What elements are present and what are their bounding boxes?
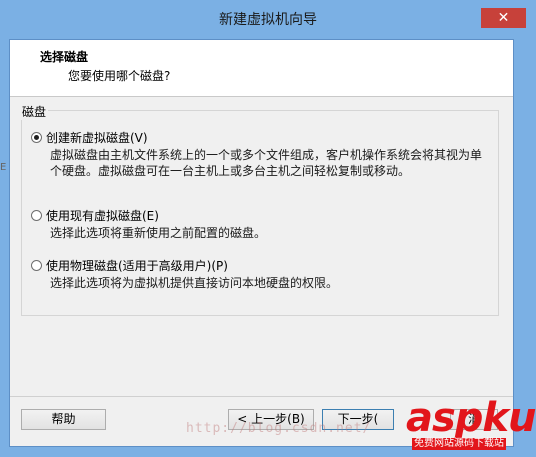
description-line: 个硬盘。虚拟磁盘可在一台主机上或多台主机之间轻松复制或移动。 bbox=[50, 164, 411, 178]
title-bar[interactable]: 新建虚拟机向导 ✕ bbox=[0, 0, 536, 36]
description-line: 虚拟磁盘由主机文件系统上的一个或多个文件组成，客户机操作系统会将其视为单 bbox=[50, 148, 483, 162]
close-button[interactable]: ✕ bbox=[481, 8, 526, 28]
wizard-client: 选择磁盘 您要使用哪个磁盘? 磁盘 创建新虚拟磁盘(V) 虚拟磁盘由主机文件系统… bbox=[9, 39, 514, 447]
radio-button-checked[interactable] bbox=[31, 132, 42, 143]
option-description: 虚拟磁盘由主机文件系统上的一个或多个文件组成，客户机操作系统会将其视为单 个硬盘… bbox=[50, 147, 498, 179]
description-line: 选择此选项将重新使用之前配置的磁盘。 bbox=[50, 226, 267, 240]
background-fragment: E bbox=[0, 162, 7, 173]
page-subtitle: 您要使用哪个磁盘? bbox=[68, 69, 171, 83]
wizard-window: 新建虚拟机向导 ✕ 选择磁盘 您要使用哪个磁盘? 磁盘 创建新虚拟磁盘(V) 虚… bbox=[0, 0, 536, 457]
radio-button[interactable] bbox=[31, 210, 42, 221]
option-label: 使用现有虚拟磁盘(E) bbox=[46, 209, 159, 223]
disk-group-label: 磁盘 bbox=[20, 103, 49, 120]
page-title: 选择磁盘 bbox=[40, 50, 89, 64]
window-title: 新建虚拟机向导 bbox=[219, 12, 317, 28]
option-use-existing-disk[interactable]: 使用现有虚拟磁盘(E) bbox=[31, 207, 159, 224]
radio-button[interactable] bbox=[31, 260, 42, 271]
option-label: 使用物理磁盘(适用于高级用户)(P) bbox=[46, 259, 228, 273]
logo-text: aspku bbox=[406, 395, 536, 441]
option-use-physical-disk[interactable]: 使用物理磁盘(适用于高级用户)(P) bbox=[31, 257, 228, 274]
watermark-text: http://blog.csdn.net/ bbox=[186, 421, 372, 436]
close-icon: ✕ bbox=[497, 10, 510, 26]
option-label: 创建新虚拟磁盘(V) bbox=[46, 131, 148, 145]
site-logo: aspku 免费网站源码下载站 bbox=[406, 396, 536, 452]
option-create-new-disk[interactable]: 创建新虚拟磁盘(V) bbox=[31, 129, 148, 146]
description-line: 选择此选项将为虚拟机提供直接访问本地硬盘的权限。 bbox=[50, 276, 339, 290]
option-description: 选择此选项将为虚拟机提供直接访问本地硬盘的权限。 bbox=[50, 275, 498, 291]
wizard-header: 选择磁盘 您要使用哪个磁盘? bbox=[10, 40, 513, 97]
logo-tagline: 免费网站源码下载站 bbox=[412, 438, 506, 450]
help-button[interactable]: 帮助 bbox=[21, 409, 106, 430]
option-description: 选择此选项将重新使用之前配置的磁盘。 bbox=[50, 225, 498, 241]
